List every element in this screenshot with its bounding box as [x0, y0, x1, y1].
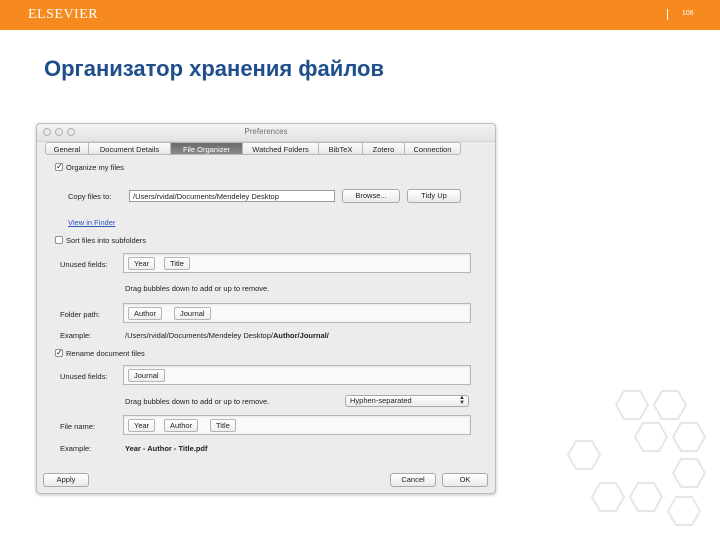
tidy-up-button[interactable]: Tidy Up [407, 189, 461, 203]
hexagon-shape [614, 390, 650, 420]
hexagon-shape [633, 422, 669, 452]
separator-select[interactable]: Hyphen-separated ▲ ▼ [345, 395, 469, 407]
header-bar: ELSEVIER 106 [0, 0, 720, 30]
field-bubble-author[interactable]: Author [164, 419, 199, 432]
brand-logo: ELSEVIER [28, 7, 99, 22]
sort-subfolders-label: Sort files into subfolders [66, 236, 147, 245]
cancel-button[interactable]: Cancel [390, 473, 436, 487]
tab-zotero[interactable]: Zotero [363, 142, 405, 155]
unused-fields-label: Unused fields: [60, 260, 108, 269]
folder-example: /Users/rvidal/Documents/Mendeley Desktop… [125, 331, 329, 340]
window-titlebar: Preferences [37, 124, 495, 142]
field-bubble-title[interactable]: Title [210, 419, 236, 432]
file-name-well[interactable]: Year Author Title [123, 415, 471, 435]
browse-button[interactable]: Browse... [342, 189, 400, 203]
copy-files-path-input[interactable]: /Users/rvidal/Documents/Mendeley Desktop [129, 190, 335, 202]
tab-connection[interactable]: Connection [405, 142, 461, 155]
field-bubble-journal[interactable]: Journal [128, 369, 165, 382]
view-in-finder-link[interactable]: View in Finder [68, 218, 115, 227]
hexagon-shape [590, 482, 626, 512]
hexagon-shape [652, 390, 688, 420]
window-title: Preferences [244, 127, 288, 136]
header-divider [667, 9, 668, 20]
tab-watched-folders[interactable]: Watched Folders [243, 142, 319, 155]
example-label: Example: [60, 331, 92, 340]
tab-general[interactable]: General [45, 142, 89, 155]
hexagon-shape [566, 440, 602, 470]
copy-files-label: Copy files to: [68, 192, 112, 201]
sort-subfolders-checkbox[interactable] [55, 236, 63, 244]
apply-button[interactable]: Apply [43, 473, 89, 487]
updown-arrows-icon: ▲ ▼ [459, 395, 465, 406]
folder-example-path: /Users/rvidal/Documents/Mendeley Desktop… [125, 331, 273, 340]
folder-path-label: Folder path: [60, 310, 101, 319]
page-number: 106 [682, 10, 694, 17]
rename-files-checkbox[interactable]: ✓ [55, 349, 63, 357]
folder-path-well[interactable]: Author Journal [123, 303, 471, 323]
rename-example-value: Year - Author - Title.pdf [125, 444, 208, 453]
file-name-label: File name: [60, 422, 96, 431]
field-bubble-journal[interactable]: Journal [174, 307, 211, 320]
field-bubble-year[interactable]: Year [128, 257, 156, 270]
unused-fields-well[interactable]: Year Title [123, 253, 471, 273]
hexagon-shape [671, 458, 707, 488]
rename-unused-fields-label: Unused fields: [60, 372, 108, 381]
hexagon-shape [666, 496, 702, 526]
organize-files-checkbox[interactable]: ✓ [55, 163, 63, 171]
rename-drag-hint: Drag bubbles down to add or up to remove… [125, 397, 270, 406]
hexagon-decoration [566, 390, 707, 526]
organize-files-label: Organize my files [66, 163, 124, 172]
rename-unused-fields-well[interactable]: Journal [123, 365, 471, 385]
hexagon-shape [671, 422, 707, 452]
ok-button[interactable]: OK [442, 473, 488, 487]
tab-document-details[interactable]: Document Details [89, 142, 171, 155]
slide-title: Организатор хранения файлов [44, 56, 384, 81]
preferences-window: Preferences General Document Details Fil… [36, 123, 496, 494]
hexagon-shape [628, 482, 664, 512]
field-bubble-author[interactable]: Author [128, 307, 163, 320]
rename-files-label: Rename document files [66, 349, 145, 358]
folder-example-bold: Author/Journal/ [272, 331, 329, 340]
preferences-tabs: General Document Details File Organizer … [45, 142, 487, 156]
rename-example-label: Example: [60, 444, 92, 453]
tab-file-organizer[interactable]: File Organizer [171, 142, 243, 155]
field-bubble-year[interactable]: Year [128, 419, 156, 432]
separator-select-value: Hyphen-separated [350, 396, 412, 405]
tab-bibtex[interactable]: BibTeX [319, 142, 363, 155]
drag-hint: Drag bubbles down to add or up to remove… [125, 284, 270, 293]
field-bubble-title[interactable]: Title [164, 257, 190, 270]
